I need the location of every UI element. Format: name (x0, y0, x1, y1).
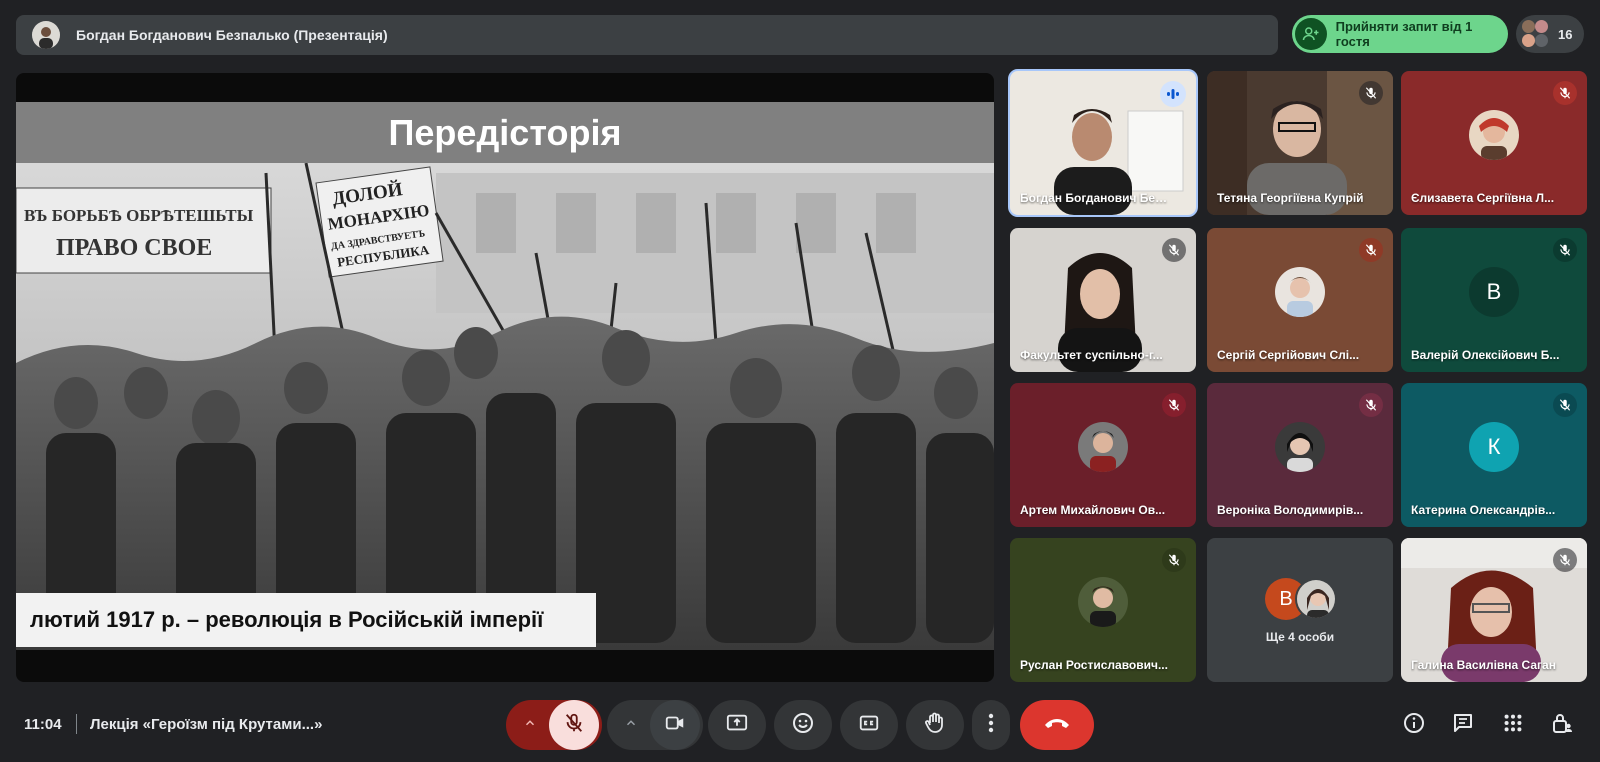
participant-tile[interactable]: Вероніка Володимирів... (1207, 383, 1393, 527)
mic-off-icon (1553, 238, 1577, 262)
person-add-icon (1295, 18, 1327, 50)
speaking-indicator-icon (1160, 81, 1186, 107)
participant-name: Єлизавета Сергіївна Л... (1411, 191, 1555, 205)
emoji-icon (791, 711, 815, 740)
microphone-toggle-button[interactable] (549, 700, 599, 750)
mic-off-icon (1162, 548, 1186, 572)
lock-person-icon (1550, 711, 1574, 740)
participant-name: Артем Михайлович Ов... (1020, 503, 1166, 517)
participant-name: Вероніка Володимирів... (1217, 503, 1364, 517)
slide-title-bar: Передісторія (16, 102, 994, 163)
closed-caption-icon (857, 712, 881, 739)
chevron-up-icon (523, 716, 537, 735)
mic-off-icon (1553, 548, 1577, 572)
participant-avatars (1522, 20, 1550, 48)
slide-caption-box: лютий 1917 р. – революція в Російській і… (16, 593, 596, 647)
admit-guest-button[interactable]: Прийняти запит від 1 гостя (1292, 15, 1508, 53)
mic-off-icon (1359, 393, 1383, 417)
videocam-icon (664, 712, 686, 739)
mic-off-icon (1359, 81, 1383, 105)
participant-tile[interactable]: Богдан Богданович Без... (1008, 69, 1198, 217)
more-participants-label: Ще 4 особи (1265, 630, 1335, 644)
chat-button[interactable] (1448, 710, 1478, 740)
mic-off-icon (563, 712, 585, 739)
participant-avatar (1469, 110, 1519, 160)
participant-tile[interactable]: В Валерій Олексійович Б... (1401, 228, 1587, 372)
chevron-up-icon (624, 716, 638, 735)
participant-tile[interactable]: К Катерина Олександрів... (1401, 383, 1587, 527)
participant-tile[interactable]: Галина Василівна Саган (1401, 538, 1587, 682)
banner-left-line2: ПРАВО СВОЕ (56, 235, 212, 261)
participant-tile[interactable]: Руслан Ростиславович... (1010, 538, 1196, 682)
present-screen-button[interactable] (708, 700, 766, 750)
mic-off-icon (1162, 393, 1186, 417)
present-to-all-icon (725, 712, 749, 739)
camera-toggle-button[interactable] (650, 700, 700, 750)
reactions-button[interactable] (774, 700, 832, 750)
participant-avatar (1275, 267, 1325, 317)
participant-count: 16 (1558, 26, 1573, 42)
participant-name: Факультет суспільно-г... (1020, 348, 1163, 362)
more-participants-tile[interactable]: В Ще 4 особи (1207, 538, 1393, 682)
meeting-title[interactable]: Лекція «Героїзм під Крутами...» (90, 716, 322, 733)
call-end-icon (1043, 716, 1071, 735)
participant-letter-avatar: В (1469, 267, 1519, 317)
apps-icon (1502, 712, 1524, 739)
captions-button[interactable] (840, 700, 898, 750)
participant-tile[interactable]: Артем Михайлович Ов... (1010, 383, 1196, 527)
presenting-banner: Богдан Богданович Безпалько (Презентація… (16, 15, 1278, 55)
presenter-avatar (32, 21, 60, 49)
participant-avatar (1078, 577, 1128, 627)
participant-tile[interactable]: Тетяна Георгіївна Купрій (1207, 71, 1393, 215)
leave-call-button[interactable] (1020, 700, 1094, 750)
participant-tile[interactable]: Єлизавета Сергіївна Л... (1401, 71, 1587, 215)
participant-letter-avatar: К (1469, 422, 1519, 472)
chat-icon (1451, 711, 1475, 740)
participant-tile[interactable]: Факультет суспільно-г... (1010, 228, 1196, 372)
participant-name: Валерій Олексійович Б... (1411, 348, 1560, 362)
presenter-name: Богдан Богданович Безпалько (Презентація… (76, 27, 388, 43)
host-controls-button[interactable] (1547, 710, 1577, 740)
mic-off-icon (1553, 81, 1577, 105)
mic-off-icon (1162, 238, 1186, 262)
participants-button[interactable]: 16 (1516, 15, 1584, 53)
participant-tile[interactable]: Сергій Сергійович Слі... (1207, 228, 1393, 372)
mic-off-icon (1553, 393, 1577, 417)
participant-avatar (1275, 422, 1325, 472)
admit-guest-label: Прийняти запит від 1 гостя (1335, 19, 1473, 49)
participant-name: Катерина Олександрів... (1411, 503, 1556, 517)
info-icon (1402, 711, 1426, 740)
participant-name: Богдан Богданович Без... (1020, 191, 1170, 205)
activities-button[interactable] (1498, 710, 1528, 740)
participant-name: Сергій Сергійович Слі... (1217, 348, 1360, 362)
participant-name: Руслан Ростиславович... (1020, 658, 1168, 672)
raise-hand-button[interactable] (906, 700, 964, 750)
hand-icon (923, 711, 947, 740)
participant-avatar (1295, 578, 1337, 620)
more-options-button[interactable] (972, 700, 1010, 750)
more-vert-icon (988, 712, 994, 739)
participant-avatar (1078, 422, 1128, 472)
presentation-slide: Передісторія ВЪ БОРЬБѢ ОБРѢТЕШЬТЫ ПРАВО … (16, 73, 994, 682)
participant-name: Галина Василівна Саган (1411, 658, 1556, 672)
mic-off-icon (1359, 238, 1383, 262)
banner-left-line1: ВЪ БОРЬБѢ ОБРѢТЕШЬТЫ (24, 206, 254, 225)
meeting-details-button[interactable] (1399, 710, 1429, 740)
slide-photo: ВЪ БОРЬБѢ ОБРѢТЕШЬТЫ ПРАВО СВОЕ ДОЛОЙ МО… (16, 163, 994, 650)
divider (76, 714, 77, 734)
meeting-clock: 11:04 (24, 716, 62, 733)
slide-title: Передісторія (388, 111, 622, 153)
participant-name: Тетяна Георгіївна Купрій (1217, 191, 1364, 205)
more-participants-avatars: В (1265, 578, 1337, 620)
slide-caption: лютий 1917 р. – революція в Російській і… (30, 607, 544, 632)
